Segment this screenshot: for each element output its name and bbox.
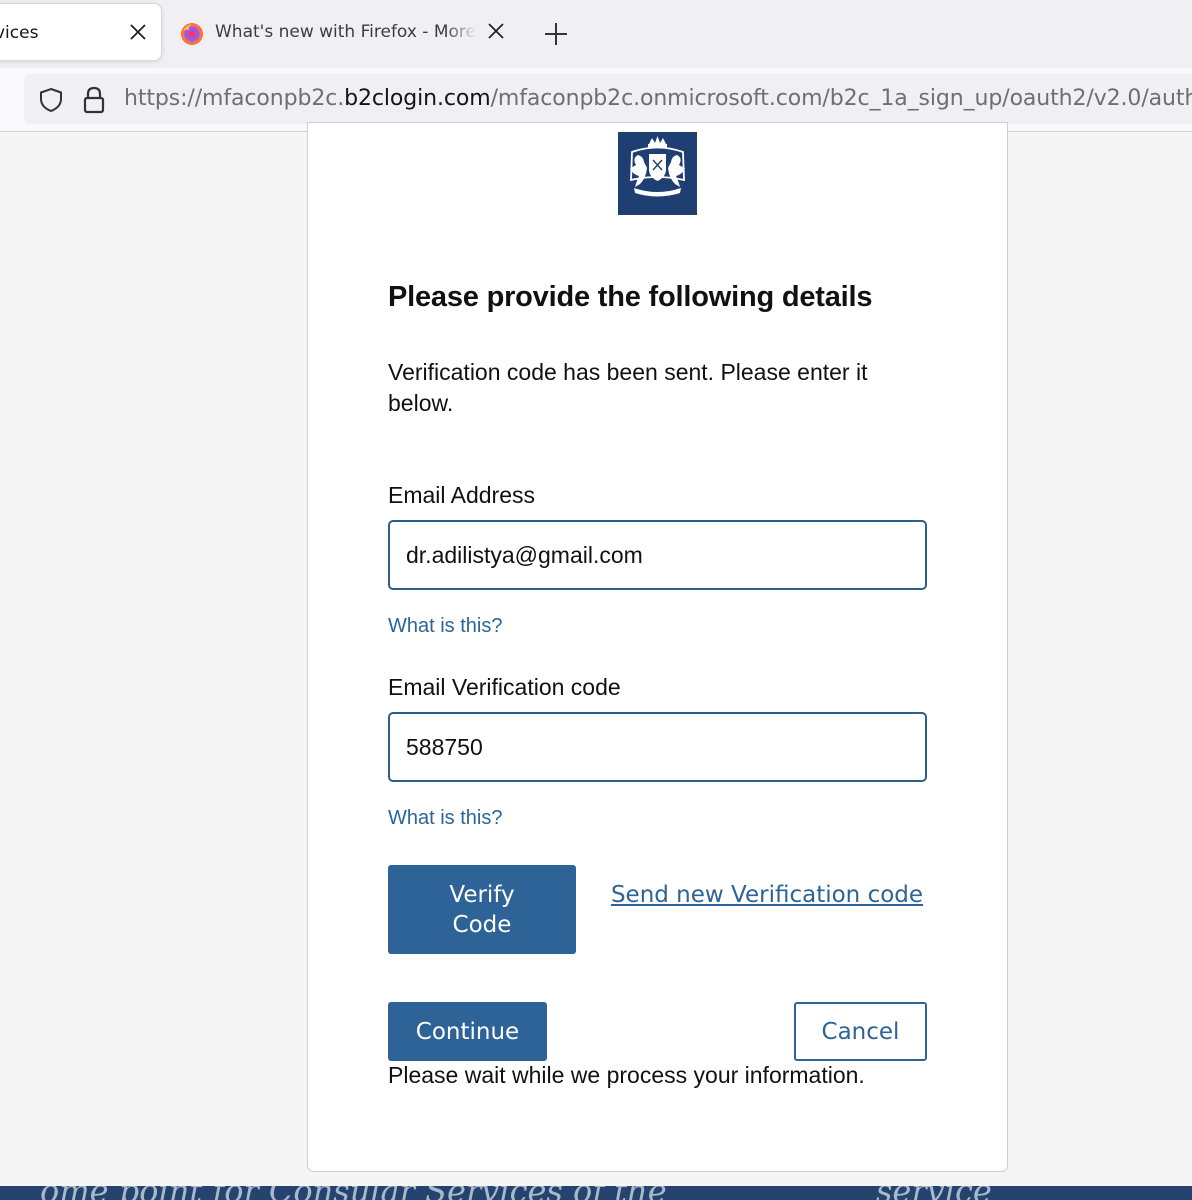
plus-icon[interactable]: [542, 20, 570, 52]
send-new-code-link[interactable]: Send new Verification code: [608, 880, 926, 910]
url-host: b2clogin.com: [344, 86, 491, 111]
verification-code-label: Email Verification code: [388, 674, 621, 700]
email-field[interactable]: [388, 520, 927, 590]
lock-icon[interactable]: [82, 86, 106, 118]
url-text: https://mfaconpb2c.b2clogin.com/mfaconpb…: [124, 86, 1192, 111]
footer-text: service: [876, 1186, 992, 1200]
footer-text: ome point for Consular Services of the: [40, 1186, 667, 1200]
verify-code-button[interactable]: Verify Code: [388, 865, 576, 954]
verification-sent-message: Verification code has been sent. Please …: [388, 359, 868, 416]
tab-whats-new[interactable]: What's new with Firefox - More p: [168, 3, 514, 61]
close-icon[interactable]: [126, 20, 150, 44]
code-help-link[interactable]: What is this?: [388, 807, 502, 830]
wait-message: Please wait while we process your inform…: [388, 1062, 865, 1088]
tab-active[interactable]: rvices: [0, 3, 162, 61]
continue-button[interactable]: Continue: [388, 1002, 547, 1061]
footer-band: ome point for Consular Services of the s…: [0, 1186, 1192, 1200]
url-prefix: https://mfaconpb2c.: [124, 86, 345, 111]
page-title: Please provide the following details: [388, 281, 873, 313]
email-label: Email Address: [388, 482, 536, 508]
tab-bar: rvices What's new with Firefox - More p: [0, 0, 1192, 68]
email-help-link[interactable]: What is this?: [388, 615, 502, 638]
tab-title: rvices: [0, 23, 39, 43]
tab-title: What's new with Firefox - More p: [215, 22, 477, 42]
firefox-icon: [180, 22, 204, 46]
royal-coat-of-arms-icon: [618, 132, 697, 215]
verification-code-field[interactable]: [388, 712, 927, 782]
cancel-button[interactable]: Cancel: [794, 1002, 927, 1061]
url-bar[interactable]: https://mfaconpb2c.b2clogin.com/mfaconpb…: [24, 74, 1192, 124]
shield-icon[interactable]: [38, 87, 64, 117]
url-path: /mfaconpb2c.onmicrosoft.com/b2c_1a_sign_…: [490, 86, 1192, 111]
close-icon[interactable]: [484, 19, 508, 43]
